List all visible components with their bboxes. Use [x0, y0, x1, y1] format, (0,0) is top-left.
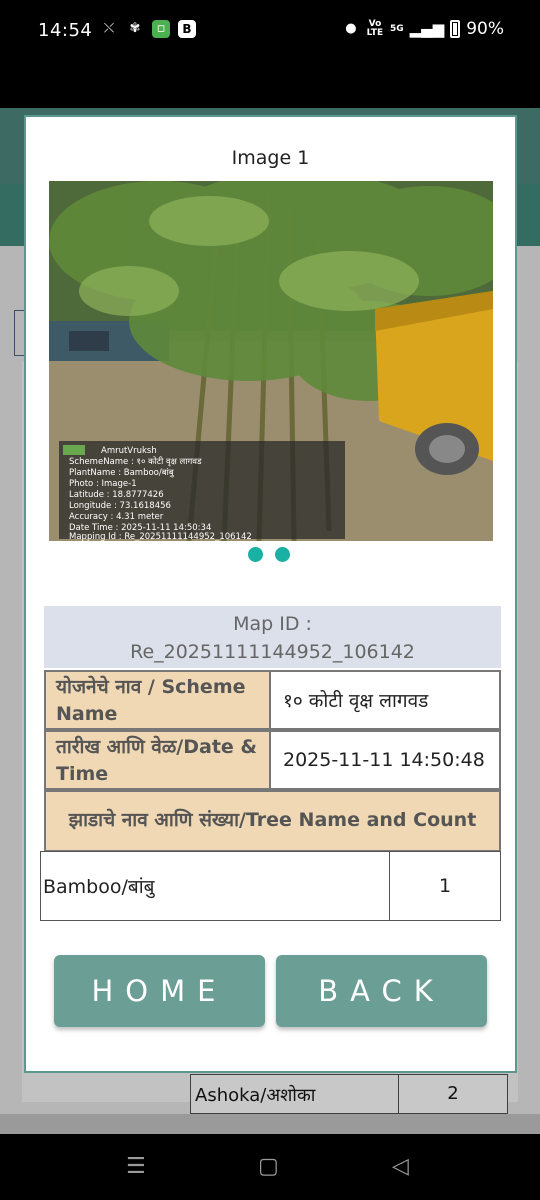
overlay-scheme: SchemeName : १० कोटी वृक्ष लागवड — [69, 456, 202, 467]
missed-call-icon: ⤬ — [103, 21, 115, 36]
background-tree-name: Ashoka/अशोका — [191, 1075, 399, 1113]
tree-count-header: झाडाचे नाव आणि संख्या/Tree Name and Coun… — [44, 790, 501, 852]
dialog-title: Image 1 — [231, 147, 310, 169]
overlay-latitude: Latitude : 18.8777426 — [69, 490, 164, 500]
info-row: योजनेचे नाव / Scheme Name १० कोटी वृक्ष … — [44, 670, 501, 730]
scheme-name-label: योजनेचे नाव / Scheme Name — [44, 670, 271, 730]
home-button[interactable]: HOME — [54, 955, 265, 1027]
image-detail-dialog: Image 1 AmrutVruksh SchemeName: १० कोटी… — [24, 115, 517, 1073]
tree-name-cell: Bamboo/बांबु — [41, 852, 390, 920]
map-id-value: Re_20251111144952_106142 — [130, 641, 415, 663]
date-time-label: तारीख आणि वेळ/Date & Time — [44, 730, 271, 790]
back-button[interactable]: BACK — [276, 955, 487, 1027]
overlay-plant: PlantName : Bamboo/बांबु — [69, 467, 175, 478]
recent-apps-icon[interactable]: ☰ — [126, 1154, 146, 1179]
table-row: Bamboo/बांबु 1 — [40, 851, 501, 921]
screen: 14:54 ⤬ ✾ ▫ B ● Vo LTE 5G ▂▄▆ 90% Ashoka… — [0, 0, 540, 1200]
date-time-value: 2025-11-11 14:50:48 — [271, 730, 501, 790]
location-icon: ● — [345, 21, 357, 36]
overlay-photo: Photo : Image-1 — [69, 479, 137, 489]
info-row: तारीख आणि वेळ/Date & Time 2025-11-11 14:… — [44, 730, 501, 790]
tree-count-cell: 1 — [438, 875, 452, 897]
back-nav-icon[interactable]: ◁ — [392, 1154, 409, 1179]
bamboo-photo-image: AmrutVruksh SchemeName : १० कोटी वृक्ष ल… — [49, 181, 493, 541]
carousel-dot[interactable] — [248, 547, 263, 562]
overlay-app-name: AmrutVruksh — [101, 446, 157, 456]
signal-icon: ▂▄▆ — [409, 20, 445, 38]
background-table-row: Ashoka/अशोका 2 — [190, 1074, 508, 1114]
b-icon: B — [178, 20, 196, 38]
carousel-dot[interactable] — [275, 547, 290, 562]
home-nav-icon[interactable]: ▢ — [258, 1154, 279, 1179]
chat-icon: ▫ — [152, 20, 170, 38]
battery-percent: 90% — [466, 19, 504, 39]
network-label: 5G — [389, 23, 404, 34]
info-table: योजनेचे नाव / Scheme Name १० कोटी वृक्ष … — [44, 670, 501, 790]
background-tree-count: 2 — [447, 1083, 459, 1104]
status-time: 14:54 — [38, 20, 93, 41]
carousel-indicator — [248, 547, 290, 562]
scheme-name-value: १० कोटी वृक्ष लागवड — [271, 670, 501, 730]
status-bar: 14:54 ⤬ ✾ ▫ B ● Vo LTE 5G ▂▄▆ 90% — [0, 0, 540, 62]
pinwheel-icon: ✾ — [129, 21, 141, 36]
map-id-box: Map ID : Re_20251111144952_106142 — [44, 606, 501, 668]
status-right: ● Vo LTE 5G ▂▄▆ 90% — [342, 19, 504, 39]
overlay-accuracy: Accuracy : 4.31 meter — [69, 512, 164, 522]
notification-icons: ⤬ ✾ ▫ B — [100, 20, 196, 38]
tree-photo[interactable]: AmrutVruksh SchemeName : १० कोटी वृक्ष ल… — [49, 181, 493, 541]
map-id-label: Map ID : — [233, 613, 312, 635]
battery-icon — [450, 20, 461, 38]
overlay-longitude: Longitude : 73.1618456 — [69, 501, 171, 511]
volte-label: Vo LTE — [366, 19, 384, 38]
navigation-bar: ☰ ▢ ◁ — [0, 1134, 540, 1200]
overlay-mapping: Mapping Id : Re_20251111144952_106142 — [69, 532, 252, 541]
